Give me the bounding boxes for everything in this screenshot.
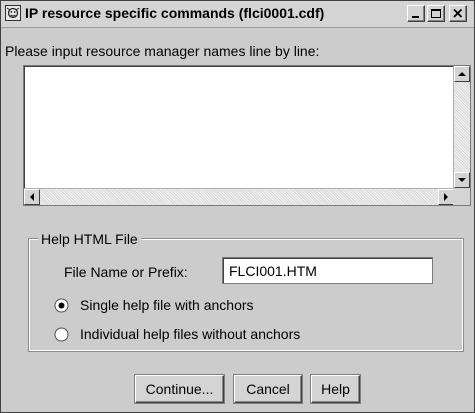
- scroll-down-button[interactable]: [454, 172, 470, 188]
- continue-button[interactable]: Continue...: [135, 375, 224, 403]
- radio-selected-icon[interactable]: [54, 298, 69, 313]
- resource-manager-names-textarea[interactable]: [23, 65, 471, 206]
- close-button[interactable]: [449, 5, 467, 22]
- minimize-button[interactable]: [407, 5, 425, 22]
- group-title: Help HTML File: [38, 231, 141, 247]
- help-html-file-group: Help HTML File File Name or Prefix: Sing…: [29, 231, 463, 351]
- maximize-button[interactable]: [427, 5, 445, 22]
- scroll-up-button[interactable]: [454, 66, 470, 82]
- arrow-left-icon: [30, 193, 34, 201]
- maximize-icon: [431, 9, 441, 18]
- dialog-window: IP resource specific commands (flci0001.…: [0, 0, 475, 413]
- close-icon: [453, 8, 463, 18]
- app-icon[interactable]: [5, 5, 21, 21]
- arrow-up-icon: [458, 72, 466, 76]
- vertical-scrollbar[interactable]: [453, 66, 470, 188]
- arrow-right-icon: [444, 193, 448, 201]
- arrow-down-icon: [458, 178, 466, 182]
- horizontal-scrollbar[interactable]: [24, 188, 454, 205]
- radio-label: Individual help files without anchors: [80, 326, 301, 342]
- file-name-label: File Name or Prefix:: [64, 264, 188, 280]
- window-title: IP resource specific commands (flci0001.…: [25, 5, 325, 21]
- title-bar[interactable]: IP resource specific commands (flci0001.…: [1, 1, 474, 28]
- prompt-label: Please input resource manager names line…: [5, 43, 320, 59]
- scroll-left-button[interactable]: [24, 189, 40, 205]
- help-button[interactable]: Help: [311, 375, 360, 403]
- scroll-right-button[interactable]: [438, 189, 454, 205]
- scroll-corner: [453, 188, 470, 205]
- cancel-button[interactable]: Cancel: [234, 375, 302, 403]
- radio-label: Single help file with anchors: [80, 297, 254, 313]
- file-name-input[interactable]: [222, 257, 433, 284]
- minimize-icon: [412, 16, 419, 18]
- radio-unselected-icon[interactable]: [54, 327, 69, 342]
